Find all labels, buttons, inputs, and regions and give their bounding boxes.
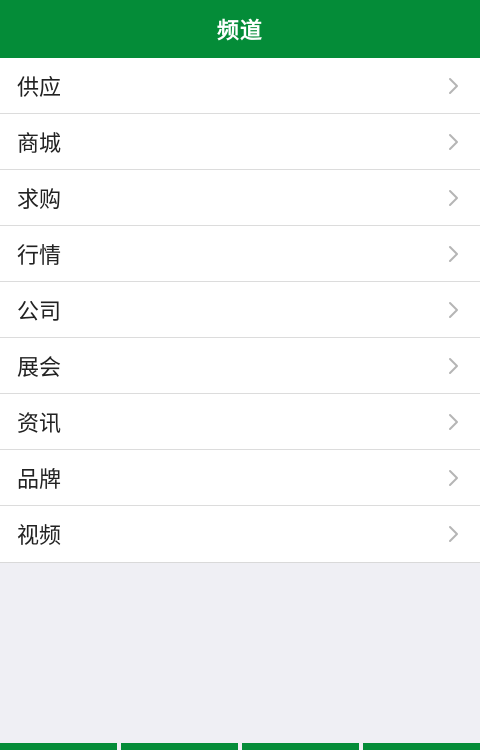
chevron-right-icon [445, 133, 463, 151]
channel-item-label: 供应 [17, 75, 62, 101]
channel-item-label: 求购 [17, 187, 62, 213]
page-title: 频道 [216, 19, 263, 44]
channel-item-company[interactable]: 公司 [0, 282, 480, 338]
chevron-right-icon [445, 245, 463, 263]
channel-item-label: 行情 [17, 243, 62, 269]
channel-item-label: 公司 [17, 299, 62, 325]
channel-item-video[interactable]: 视频 [0, 506, 480, 562]
channel-list: 供应 商城 求购 行情 公司 展会 资讯 品牌 视频 [0, 58, 480, 563]
channel-item-supply[interactable]: 供应 [0, 58, 480, 114]
chevron-right-icon [445, 357, 463, 375]
bottom-tab-2[interactable] [121, 743, 238, 750]
bottom-tab-1[interactable] [0, 743, 117, 750]
channel-item-label: 资讯 [17, 411, 62, 437]
channel-item-label: 商城 [17, 131, 62, 157]
chevron-right-icon [445, 525, 463, 543]
page-header: 频道 [0, 0, 480, 58]
channel-item-brand[interactable]: 品牌 [0, 450, 480, 506]
channel-item-purchase[interactable]: 求购 [0, 170, 480, 226]
channel-item-exhibition[interactable]: 展会 [0, 338, 480, 394]
bottom-tab-3[interactable] [242, 743, 359, 750]
chevron-right-icon [445, 413, 463, 431]
chevron-right-icon [445, 77, 463, 95]
channel-item-market[interactable]: 行情 [0, 226, 480, 282]
chevron-right-icon [445, 189, 463, 207]
channel-item-label: 视频 [17, 524, 62, 549]
channel-item-label: 品牌 [17, 467, 62, 493]
channel-item-label: 展会 [17, 355, 62, 381]
bottom-tab-4[interactable] [363, 743, 480, 750]
chevron-right-icon [445, 469, 463, 487]
bottom-tab-bar [0, 743, 480, 750]
channel-item-news[interactable]: 资讯 [0, 394, 480, 450]
chevron-right-icon [445, 301, 463, 319]
channel-item-mall[interactable]: 商城 [0, 114, 480, 170]
